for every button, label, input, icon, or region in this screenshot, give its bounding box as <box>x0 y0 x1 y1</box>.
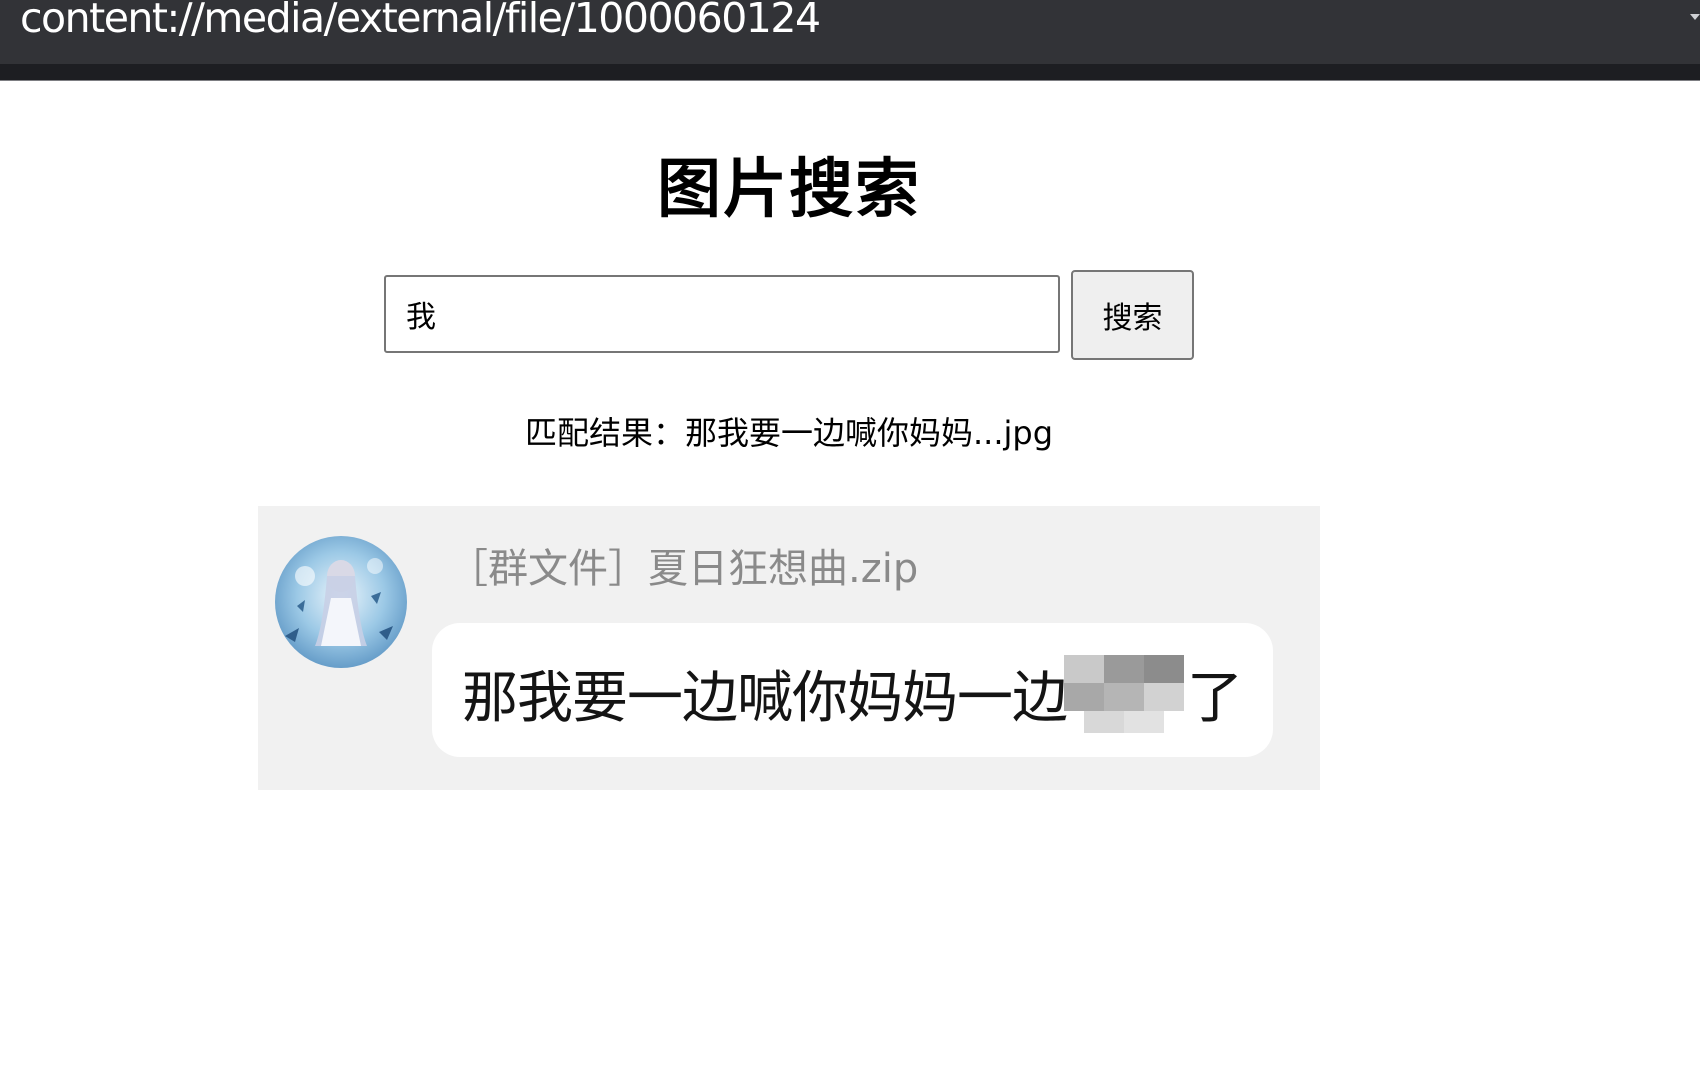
browser-address-bar: content://media/external/file/1000060124 <box>0 0 1700 64</box>
result-image: ［群文件］夏日狂想曲.zip 那我要一边喊你妈妈一边 了 <box>258 506 1320 790</box>
dropdown-arrow-icon[interactable] <box>1690 14 1700 20</box>
url-text[interactable]: content://media/external/file/1000060124 <box>20 0 821 42</box>
anime-avatar-icon <box>275 536 407 668</box>
chat-bubble: 那我要一边喊你妈妈一边 了 <box>432 623 1273 757</box>
search-button[interactable]: 搜索 <box>1071 270 1194 360</box>
match-result-text: 匹配结果：那我要一边喊你妈妈...jpg <box>524 414 1054 452</box>
message-text-after: 了 <box>1187 666 1243 731</box>
page-title: 图片搜索 <box>657 153 921 227</box>
message-text-before: 那我要一边喊你妈妈一边 <box>462 666 1068 731</box>
redaction-mosaic <box>1064 647 1190 737</box>
search-input[interactable] <box>384 275 1060 353</box>
group-file-label: ［群文件］夏日狂想曲.zip <box>448 546 919 592</box>
address-bar-divider <box>0 64 1700 81</box>
